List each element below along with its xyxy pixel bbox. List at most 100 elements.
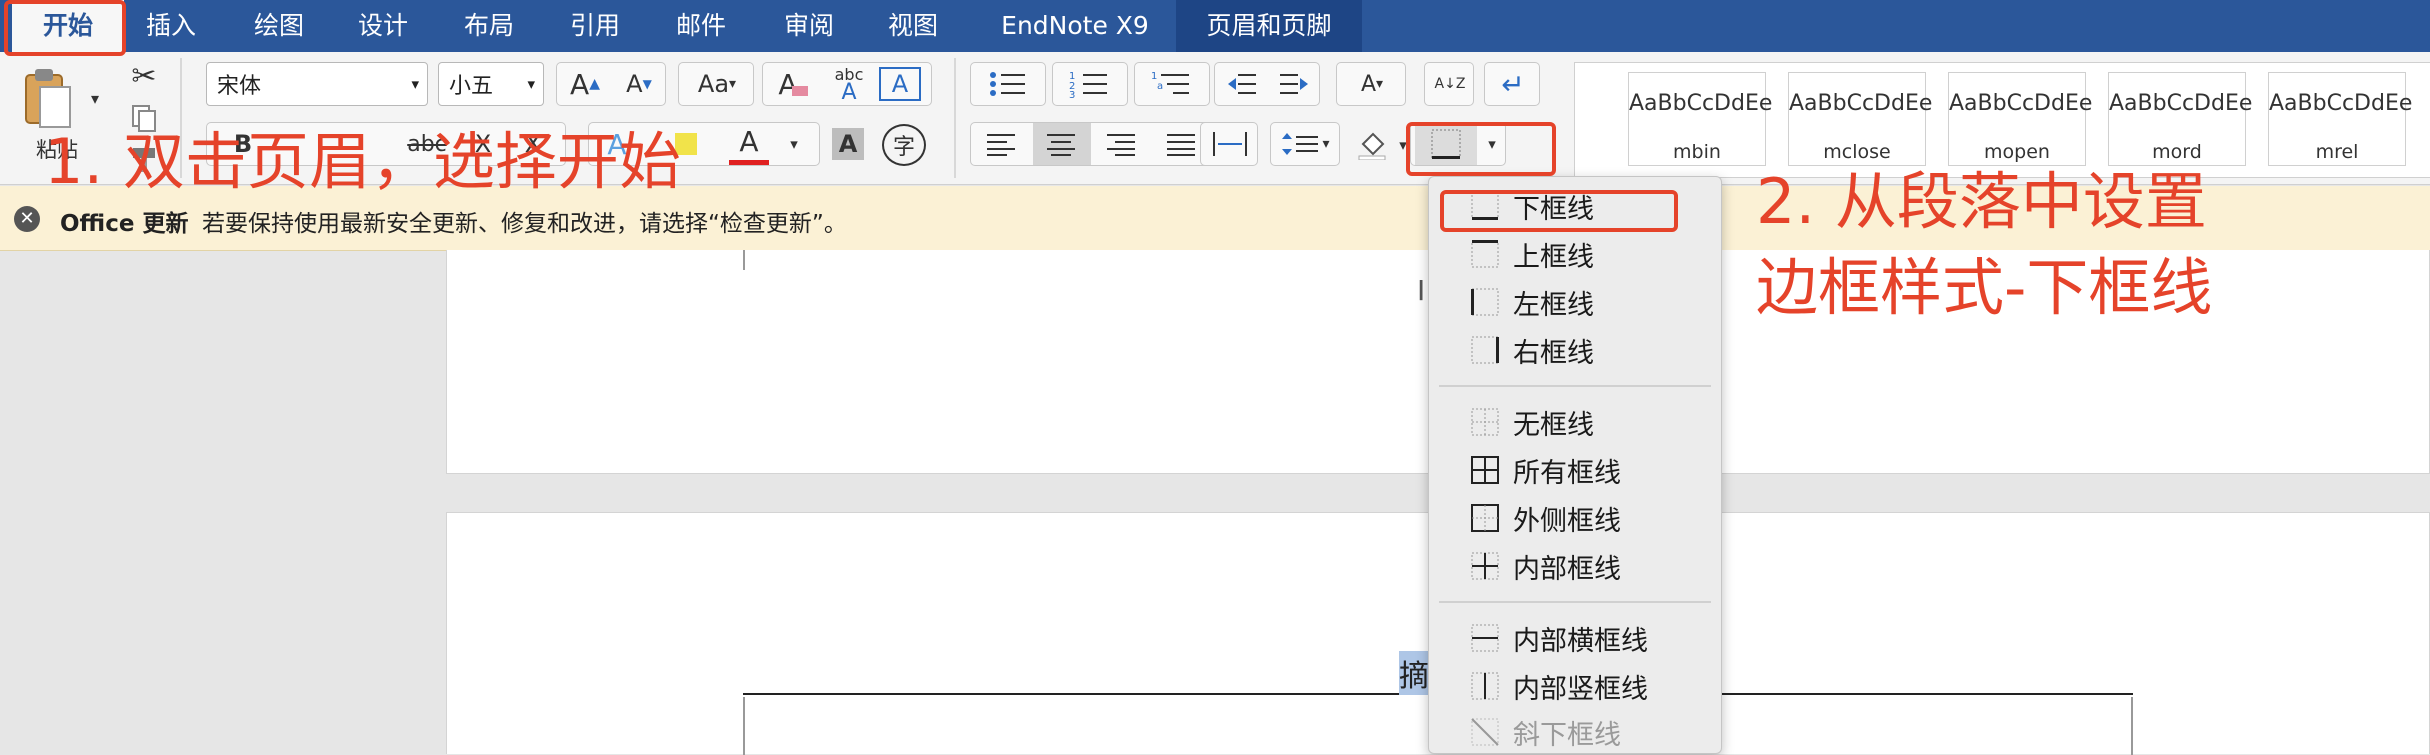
menu-separator — [1439, 601, 1711, 603]
multilevel-list-icon[interactable]: 1a — [1137, 63, 1209, 105]
multilevel-list-group: 1a — [1134, 62, 1210, 106]
style-sample: AaBbCcDdEe — [2269, 91, 2413, 116]
tab-insert[interactable]: 插入 — [130, 0, 212, 52]
style-mbin[interactable]: AaBbCcDdEe mbin — [1628, 72, 1772, 166]
style-mopen[interactable]: AaBbCcDdEe mopen — [1948, 72, 2093, 166]
menu-item-right-border[interactable]: 右框线 — [1429, 327, 1721, 373]
text-effect-abc-icon[interactable]: abc A — [823, 63, 875, 105]
tab-draw[interactable]: 绘图 — [238, 0, 320, 52]
menu-item-diagonal-down-border[interactable]: 斜下框线 — [1429, 709, 1721, 755]
menu-item-all-borders[interactable]: 所有框线 — [1429, 447, 1721, 493]
menu-item-left-border[interactable]: 左框线 — [1429, 279, 1721, 325]
tab-review[interactable]: 审阅 — [768, 0, 850, 52]
menu-item-top-border[interactable]: 上框线 — [1429, 231, 1721, 277]
style-mrel[interactable]: AaBbCcDdEe mrel — [2268, 72, 2413, 166]
style-mclose[interactable]: AaBbCcDdEe mclose — [1788, 72, 1932, 166]
font-size-adjust-group: A ▲ A ▼ — [556, 62, 666, 106]
line-spacing-group: ▾ — [1270, 122, 1340, 166]
menu-item-inside-vertical-border[interactable]: 内部竖框线 — [1429, 663, 1721, 709]
font-color-icon[interactable]: A — [729, 123, 769, 165]
clear-format-group: A abc A A — [762, 62, 932, 106]
tab-view[interactable]: 视图 — [872, 0, 954, 52]
menu-item-inside-borders[interactable]: 内部框线 — [1429, 543, 1721, 589]
clipboard-icon — [25, 69, 71, 128]
divider — [954, 58, 956, 178]
menu-item-inside-horizontal-border[interactable]: 内部横框线 — [1429, 615, 1721, 661]
asian-layout-icon[interactable]: A ▾ — [1339, 63, 1405, 105]
menu-item-label: 所有框线 — [1513, 457, 1621, 489]
svg-text:3: 3 — [1069, 90, 1075, 99]
indent-group — [1214, 62, 1320, 106]
no-border-icon — [1471, 408, 1499, 436]
ribbon-tab-bar: 开始 插入 绘图 设计 布局 引用 邮件 审阅 视图 EndNote X9 页眉… — [0, 0, 2430, 52]
style-sample: AaBbCcDdEe — [1949, 91, 2093, 116]
font-name-value: 宋体 — [217, 74, 262, 99]
all-borders-icon — [1471, 456, 1499, 484]
align-center-icon[interactable] — [1033, 123, 1091, 165]
chevron-down-icon: ▾ — [411, 75, 419, 93]
left-border-icon — [1471, 288, 1499, 316]
style-name: mopen — [1984, 141, 2050, 163]
shading-bucket-icon[interactable] — [1352, 124, 1392, 166]
line-spacing-icon[interactable]: ▾ — [1273, 123, 1339, 165]
change-case-group: Aa ▾ — [678, 62, 754, 106]
alignment-group — [970, 122, 1218, 166]
menu-item-no-border[interactable]: 无框线 — [1429, 399, 1721, 445]
tab-endnote[interactable]: EndNote X9 — [980, 0, 1170, 52]
font-size-value: 小五 — [449, 74, 494, 99]
paragraph-mark-icon[interactable]: ↵ — [1487, 63, 1539, 105]
align-left-icon[interactable] — [973, 123, 1031, 165]
decrease-indent-icon[interactable] — [1217, 63, 1267, 105]
character-shading-icon[interactable]: A — [828, 124, 868, 164]
annotation-box-home-tab — [4, 0, 126, 56]
tab-layout[interactable]: 布局 — [448, 0, 530, 52]
margin-mark — [743, 250, 745, 270]
character-border-icon[interactable]: A — [879, 67, 921, 101]
show-marks-group: ↵ — [1484, 62, 1540, 106]
menu-item-label: 上框线 — [1513, 241, 1594, 273]
enclose-character-button[interactable]: 字 — [882, 124, 926, 166]
font-name-select[interactable]: 宋体 ▾ — [206, 62, 428, 106]
inside-vertical-border-icon — [1471, 672, 1499, 700]
margin-mark — [2131, 697, 2133, 755]
text-cursor: I — [1417, 274, 1426, 307]
bullets-group — [970, 62, 1046, 106]
annotation-step-2-line-2: 边框样式-下框线 — [1756, 251, 2213, 324]
style-name: mrel — [2315, 141, 2359, 163]
distributed-group — [1200, 122, 1258, 166]
style-mord[interactable]: AaBbCcDdEe mord — [2108, 72, 2253, 166]
change-case-icon[interactable]: Aa ▾ — [681, 63, 753, 105]
style-sample: AaBbCcDdEe — [2109, 91, 2253, 116]
chevron-down-icon[interactable]: ▾ — [779, 123, 809, 165]
notification-title: Office 更新 — [60, 211, 189, 237]
outside-borders-icon — [1471, 504, 1499, 532]
cut-icon[interactable]: ✂ — [126, 58, 162, 94]
top-border-icon — [1471, 240, 1499, 268]
selected-text[interactable]: 摘 — [1399, 651, 1429, 695]
clear-formatting-icon[interactable]: A — [767, 63, 819, 105]
increase-indent-icon[interactable] — [1269, 63, 1319, 105]
menu-item-outside-borders[interactable]: 外侧框线 — [1429, 495, 1721, 541]
tab-header-footer[interactable]: 页眉和页脚 — [1176, 0, 1362, 52]
menu-item-label: 外侧框线 — [1513, 505, 1621, 537]
numbering-icon[interactable]: 123 — [1055, 63, 1127, 105]
margin-mark — [743, 697, 745, 755]
close-icon[interactable]: ✕ — [14, 206, 40, 232]
tab-references[interactable]: 引用 — [554, 0, 636, 52]
sort-icon[interactable]: A↓Z — [1427, 63, 1473, 105]
tab-mailings[interactable]: 邮件 — [660, 0, 742, 52]
tab-design[interactable]: 设计 — [342, 0, 424, 52]
distributed-align-icon[interactable] — [1203, 123, 1257, 165]
font-size-select[interactable]: 小五 ▾ — [438, 62, 544, 106]
paste-dropdown-icon[interactable]: ▾ — [86, 80, 104, 116]
inside-horizontal-border-icon — [1471, 624, 1499, 652]
svg-text:a: a — [1157, 81, 1163, 92]
menu-item-label: 斜下框线 — [1513, 719, 1621, 751]
shrink-font-icon[interactable]: A ▼ — [613, 63, 665, 105]
right-border-icon — [1471, 336, 1499, 364]
borders-dropdown-menu: 下框线 上框线 左框线 右框线 无框线 所有框线 外侧框线 内部框线 内部横框线… — [1428, 176, 1722, 754]
align-right-icon[interactable] — [1093, 123, 1151, 165]
menu-item-label: 内部横框线 — [1513, 625, 1648, 657]
grow-font-icon[interactable]: A ▲ — [559, 63, 611, 105]
bullets-icon[interactable] — [973, 63, 1045, 105]
